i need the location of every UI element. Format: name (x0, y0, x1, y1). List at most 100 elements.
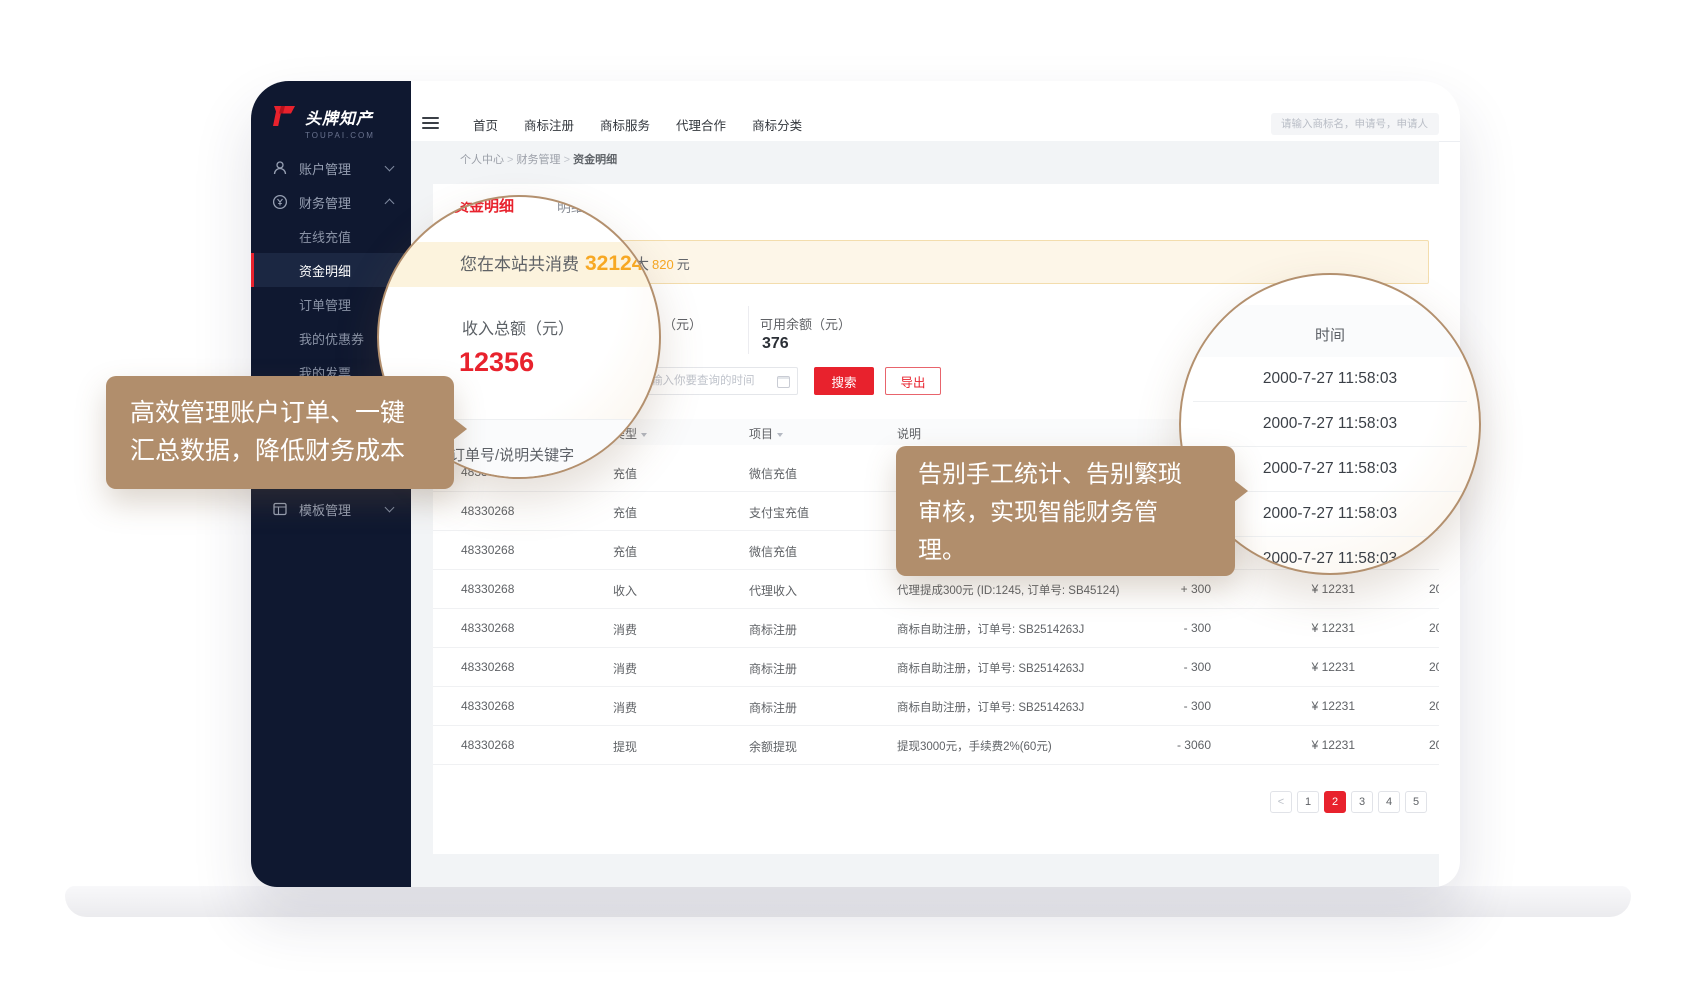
nav-item[interactable]: 首页 (473, 115, 498, 134)
cell-order: 48330268 (461, 582, 514, 596)
cell-desc: 提现3000元，手续费2%(60元) (897, 738, 1052, 754)
magnified-column-header: 订单号/说明关键字 (450, 444, 574, 465)
search-button[interactable]: 搜索 (814, 367, 874, 395)
sidebar-item-account[interactable]: 账户管理 (251, 151, 411, 185)
magnified-page-title: 资金明细 (454, 195, 514, 216)
nav-item[interactable]: 商标注册 (524, 115, 574, 134)
sidebar-item-finance[interactable]: 财务管理 (251, 185, 411, 219)
top-navigation: 首页 商标注册 商标服务 代理合作 商标分类 (411, 107, 1460, 142)
time-column-header: 时间 (1315, 324, 1345, 345)
income-total-label: 收入总额（元） (462, 315, 574, 339)
cell-amount: - 300 (1093, 699, 1211, 713)
cell-desc: 商标自助注册，订单号: SB2514263J (897, 660, 1084, 676)
magnified-tab-gray: 明细 (557, 197, 585, 217)
cell-order: 48330268 (461, 621, 514, 635)
date-query-input[interactable] (640, 367, 798, 395)
cell-desc: 商标自助注册，订单号: SB2514263J (897, 621, 1084, 637)
breadcrumb-item[interactable]: 资金明细 (573, 154, 617, 166)
nav-item[interactable]: 商标服务 (600, 115, 650, 134)
cell-order: 48330268 (461, 543, 514, 557)
laptop-base (65, 886, 1631, 917)
cell-project: 代理收入 (749, 582, 797, 599)
cell-type: 充值 (613, 504, 637, 521)
chevron-up-icon (385, 199, 395, 209)
cell-time: 2000-7-27 11:58:03 (1429, 621, 1439, 635)
cell-type: 消费 (613, 660, 637, 677)
sidebar-subitem-label: 在线充值 (299, 227, 351, 246)
magnified-time-row: 2000-7-27 11:58:03 (1193, 402, 1467, 447)
sidebar-subitem-label: 资金明细 (299, 261, 351, 280)
stats-divider (748, 306, 749, 354)
cell-amount: - 300 (1093, 660, 1211, 674)
cell-type: 消费 (613, 621, 637, 638)
chevron-down-icon (385, 503, 395, 513)
page-button[interactable]: 5 (1405, 791, 1427, 813)
table-row: 48330268 消费 商标注册 商标自助注册，订单号: SB2514263J … (433, 609, 1439, 648)
cell-type: 收入 (613, 582, 637, 599)
prev-page-button[interactable]: < (1270, 791, 1292, 813)
user-icon (272, 160, 288, 176)
cell-order: 48330268 (461, 504, 514, 518)
cell-time: 2000-7-27 11:58:03 (1429, 582, 1439, 596)
cell-project: 商标注册 (749, 660, 797, 677)
breadcrumb-item[interactable]: 个人中心 (460, 154, 517, 166)
sidebar-item-label: 模板管理 (299, 500, 351, 519)
sidebar-item-label: 财务管理 (299, 193, 351, 212)
cell-time: 2000-7-27 11:58:03 (1429, 660, 1439, 674)
header-desc: 说明 (897, 425, 921, 442)
table-row: 48330268 消费 商标注册 商标自助注册，订单号: SB2514263J … (433, 648, 1439, 687)
cell-time: 2000-7-27 11:58:03 (1429, 699, 1439, 713)
export-button[interactable]: 导出 (885, 367, 941, 395)
sidebar-item-label: 账户管理 (299, 159, 351, 178)
main-nav: 首页 商标注册 商标服务 代理合作 商标分类 (473, 107, 802, 141)
template-icon (272, 501, 288, 517)
cell-project: 微信充值 (749, 465, 797, 482)
header-project[interactable]: 项目 (749, 425, 783, 442)
cell-balance: ¥ 12231 (1243, 738, 1355, 752)
page-buttons: 1 2 3 4 5 (1297, 791, 1427, 813)
pagination: < 1 2 3 4 5 (1270, 791, 1427, 813)
brand-domain: TOUPAI.COM (305, 131, 375, 140)
cell-order: 48330268 (461, 699, 514, 713)
brand-flag-icon (271, 105, 297, 127)
table-row: 48330268 消费 商标注册 商标自助注册，订单号: SB2514263J … (433, 687, 1439, 726)
page-button[interactable]: 4 (1378, 791, 1400, 813)
page-button[interactable]: 1 (1297, 791, 1319, 813)
page-button[interactable]: 3 (1351, 791, 1373, 813)
cell-type: 消费 (613, 699, 637, 716)
time-value: 2000-7-27 11:58:03 (1263, 505, 1397, 523)
callout-arrow-icon (453, 418, 467, 440)
cell-balance: ¥ 12231 (1243, 660, 1355, 674)
breadcrumb-item[interactable]: 财务管理 (517, 154, 574, 166)
cell-desc: 代理提成300元 (ID:1245, 订单号: SB45124) (897, 582, 1119, 598)
chevron-down-icon (385, 162, 395, 172)
calendar-icon[interactable] (777, 376, 790, 388)
cell-order: 48330268 (461, 738, 514, 752)
cell-desc: 商标自助注册，订单号: SB2514263J (897, 699, 1084, 715)
time-value: 2000-7-27 11:58:03 (1263, 415, 1397, 433)
sidebar-item-template[interactable]: 模板管理 (251, 492, 411, 526)
cell-project: 支付宝充值 (749, 504, 809, 521)
cell-order: 48330268 (461, 660, 514, 674)
cell-balance: ¥ 12231 (1243, 699, 1355, 713)
cell-amount: - 3060 (1093, 738, 1211, 752)
nav-item[interactable]: 代理合作 (676, 115, 726, 134)
time-value: 2000-7-27 11:58:03 (1263, 550, 1397, 568)
trademark-search-input[interactable] (1271, 113, 1439, 135)
breadcrumb: 个人中心财务管理资金明细 (460, 151, 617, 167)
callout-arrow-icon (1234, 480, 1248, 502)
magnified-banner-text: 您在本站共消费32124 (460, 250, 643, 276)
callout-right: 告别手工统计、告别繁琐 审核，实现智能财务管 理。 (896, 446, 1235, 576)
hamburger-menu-icon[interactable] (422, 117, 439, 130)
brand-logo[interactable]: 头牌知产 TOUPAI.COM (271, 105, 375, 140)
sidebar-subitem-label: 订单管理 (299, 295, 351, 314)
table-row: 48330268 提现 余额提现 提现3000元，手续费2%(60元) - 30… (433, 726, 1439, 765)
laptop-mockup: 头牌知产 TOUPAI.COM 账户管理 财务管理 (0, 0, 1696, 1002)
page-button[interactable]: 2 (1324, 791, 1346, 813)
cell-type: 充值 (613, 543, 637, 560)
sidebar-subitem-label: 我的优惠券 (299, 329, 364, 348)
expense-total-label: （元） (663, 314, 702, 333)
nav-item[interactable]: 商标分类 (752, 115, 802, 134)
cell-balance: ¥ 12231 (1243, 621, 1355, 635)
cell-amount: + 300 (1093, 582, 1211, 596)
